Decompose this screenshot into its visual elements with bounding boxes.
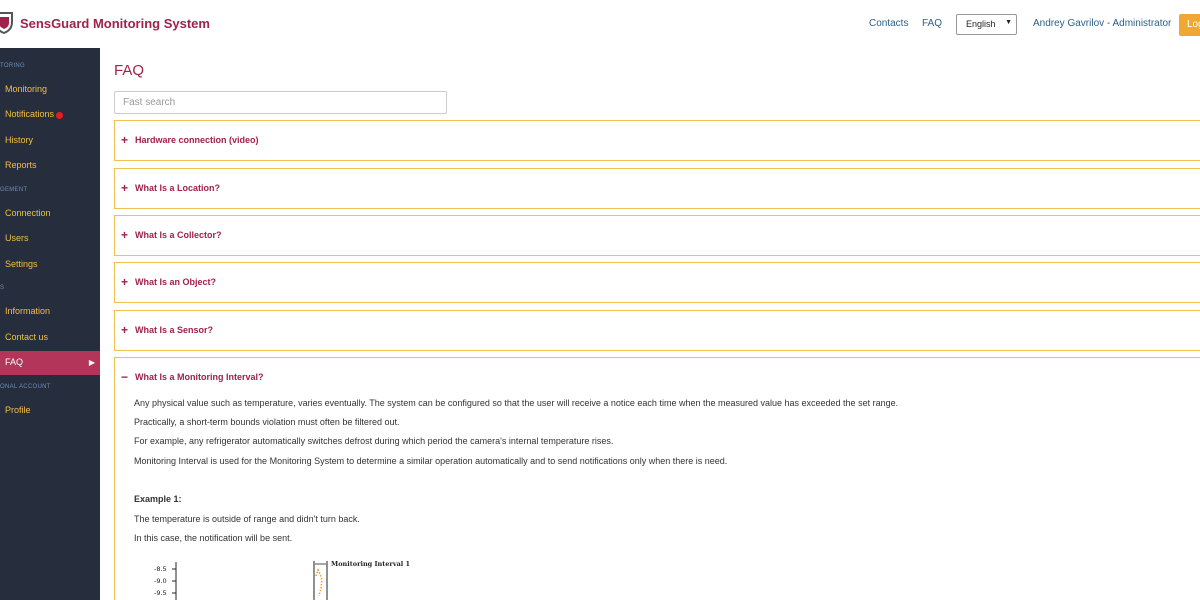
shield-logo-icon[interactable] [0, 10, 14, 34]
sidebar-item-profile[interactable]: Profile [0, 399, 100, 423]
sidebar: TORING Monitoring Notifications History … [0, 48, 100, 600]
sidebar-item-reports[interactable]: Reports [0, 154, 100, 178]
sidebar-section-help: S [0, 285, 5, 291]
answer-paragraph: Any physical value such as temperature, … [134, 398, 899, 408]
sidebar-item-information[interactable]: Information [0, 300, 100, 324]
contacts-link[interactable]: Contacts [869, 18, 908, 29]
minus-icon: − [121, 370, 129, 384]
plus-icon: + [121, 181, 129, 195]
language-select[interactable]: English ▼ [956, 14, 1017, 35]
sidebar-item-label: Profile [5, 405, 31, 415]
plus-icon: + [121, 133, 129, 147]
sidebar-item-label: History [5, 135, 34, 145]
sidebar-item-label: Notifications [5, 109, 55, 119]
sidebar-item-contact-us[interactable]: Contact us [0, 326, 100, 350]
answer-paragraph: Practically, a short-term bounds violati… [134, 417, 400, 427]
sidebar-item-notifications[interactable]: Notifications [0, 103, 100, 127]
answer-paragraph: In this case, the notification will be s… [134, 533, 293, 543]
sidebar-item-label: Connection [5, 208, 51, 218]
faq-question: Hardware connection (video) [135, 135, 259, 145]
plus-icon: + [121, 275, 129, 289]
sidebar-item-label: Users [5, 233, 29, 243]
user-profile-link[interactable]: Andrey Gavrilov - Administrator [1033, 18, 1171, 29]
answer-paragraph: The temperature is outside of range and … [134, 514, 360, 524]
sidebar-item-label: Reports [5, 160, 37, 170]
sidebar-item-label: FAQ [5, 357, 24, 367]
faq-question: What Is a Sensor? [135, 325, 214, 335]
page-title: FAQ [114, 62, 145, 79]
search-input[interactable] [114, 91, 447, 114]
faq-question: What Is a Collector? [135, 230, 222, 240]
brand-title[interactable]: SensGuard Monitoring System [20, 16, 210, 31]
plus-icon: + [121, 228, 129, 242]
answer-paragraph: For example, any refrigerator automatica… [134, 436, 614, 446]
faq-item-location[interactable]: + What Is a Location? [114, 168, 1200, 209]
faq-item-hardware[interactable]: + Hardware connection (video) [114, 120, 1200, 161]
notification-dot-icon [56, 112, 63, 119]
sidebar-item-label: Information [5, 306, 51, 316]
top-header: SensGuard Monitoring System Contacts FAQ… [0, 0, 1200, 48]
sidebar-item-label: Monitoring [5, 84, 48, 94]
language-value: English [966, 19, 996, 29]
y-tick-label: -9.0 [154, 577, 167, 585]
sidebar-item-settings[interactable]: Settings [0, 253, 100, 277]
sidebar-item-monitoring[interactable]: Monitoring [0, 78, 100, 102]
sidebar-item-faq[interactable]: FAQ ▶ [0, 351, 100, 375]
faq-item-collector[interactable]: + What Is a Collector? [114, 215, 1200, 256]
sidebar-item-users[interactable]: Users [0, 227, 100, 251]
answer-paragraph: Monitoring Interval is used for the Moni… [134, 456, 728, 466]
faq-question: What Is an Object? [135, 277, 217, 287]
sidebar-item-connection[interactable]: Connection [0, 202, 100, 226]
dropdown-arrow-icon: ▼ [1005, 19, 1012, 26]
temperature-line [315, 568, 323, 597]
sidebar-item-label: Settings [5, 259, 38, 269]
sidebar-section-monitoring: TORING [0, 63, 26, 69]
example-title: Example 1: [134, 494, 182, 504]
faq-item-object[interactable]: + What Is an Object? [114, 262, 1200, 303]
faq-item-sensor[interactable]: + What Is a Sensor? [114, 310, 1200, 351]
sidebar-item-label: Contact us [5, 332, 49, 342]
faq-question: What Is a Location? [135, 183, 221, 193]
sidebar-item-history[interactable]: History [0, 129, 100, 153]
y-tick-label: -8.5 [154, 565, 167, 573]
sidebar-section-management: GEMENT [0, 187, 28, 193]
y-tick-label: -9.5 [154, 589, 167, 597]
plus-icon: + [121, 323, 129, 337]
monitoring-interval-diagram: -8.5 -9.0 -9.5 Monitoring Interval 1 [154, 560, 410, 600]
faq-question: What Is a Monitoring Interval? [135, 372, 264, 382]
logout-button[interactable]: Log [1179, 14, 1200, 36]
chevron-right-icon: ▶ [88, 358, 95, 367]
interval-label: Monitoring Interval 1 [331, 560, 410, 568]
sidebar-section-personal-account: ONAL ACCOUNT [0, 384, 51, 390]
faq-link[interactable]: FAQ [922, 18, 942, 29]
